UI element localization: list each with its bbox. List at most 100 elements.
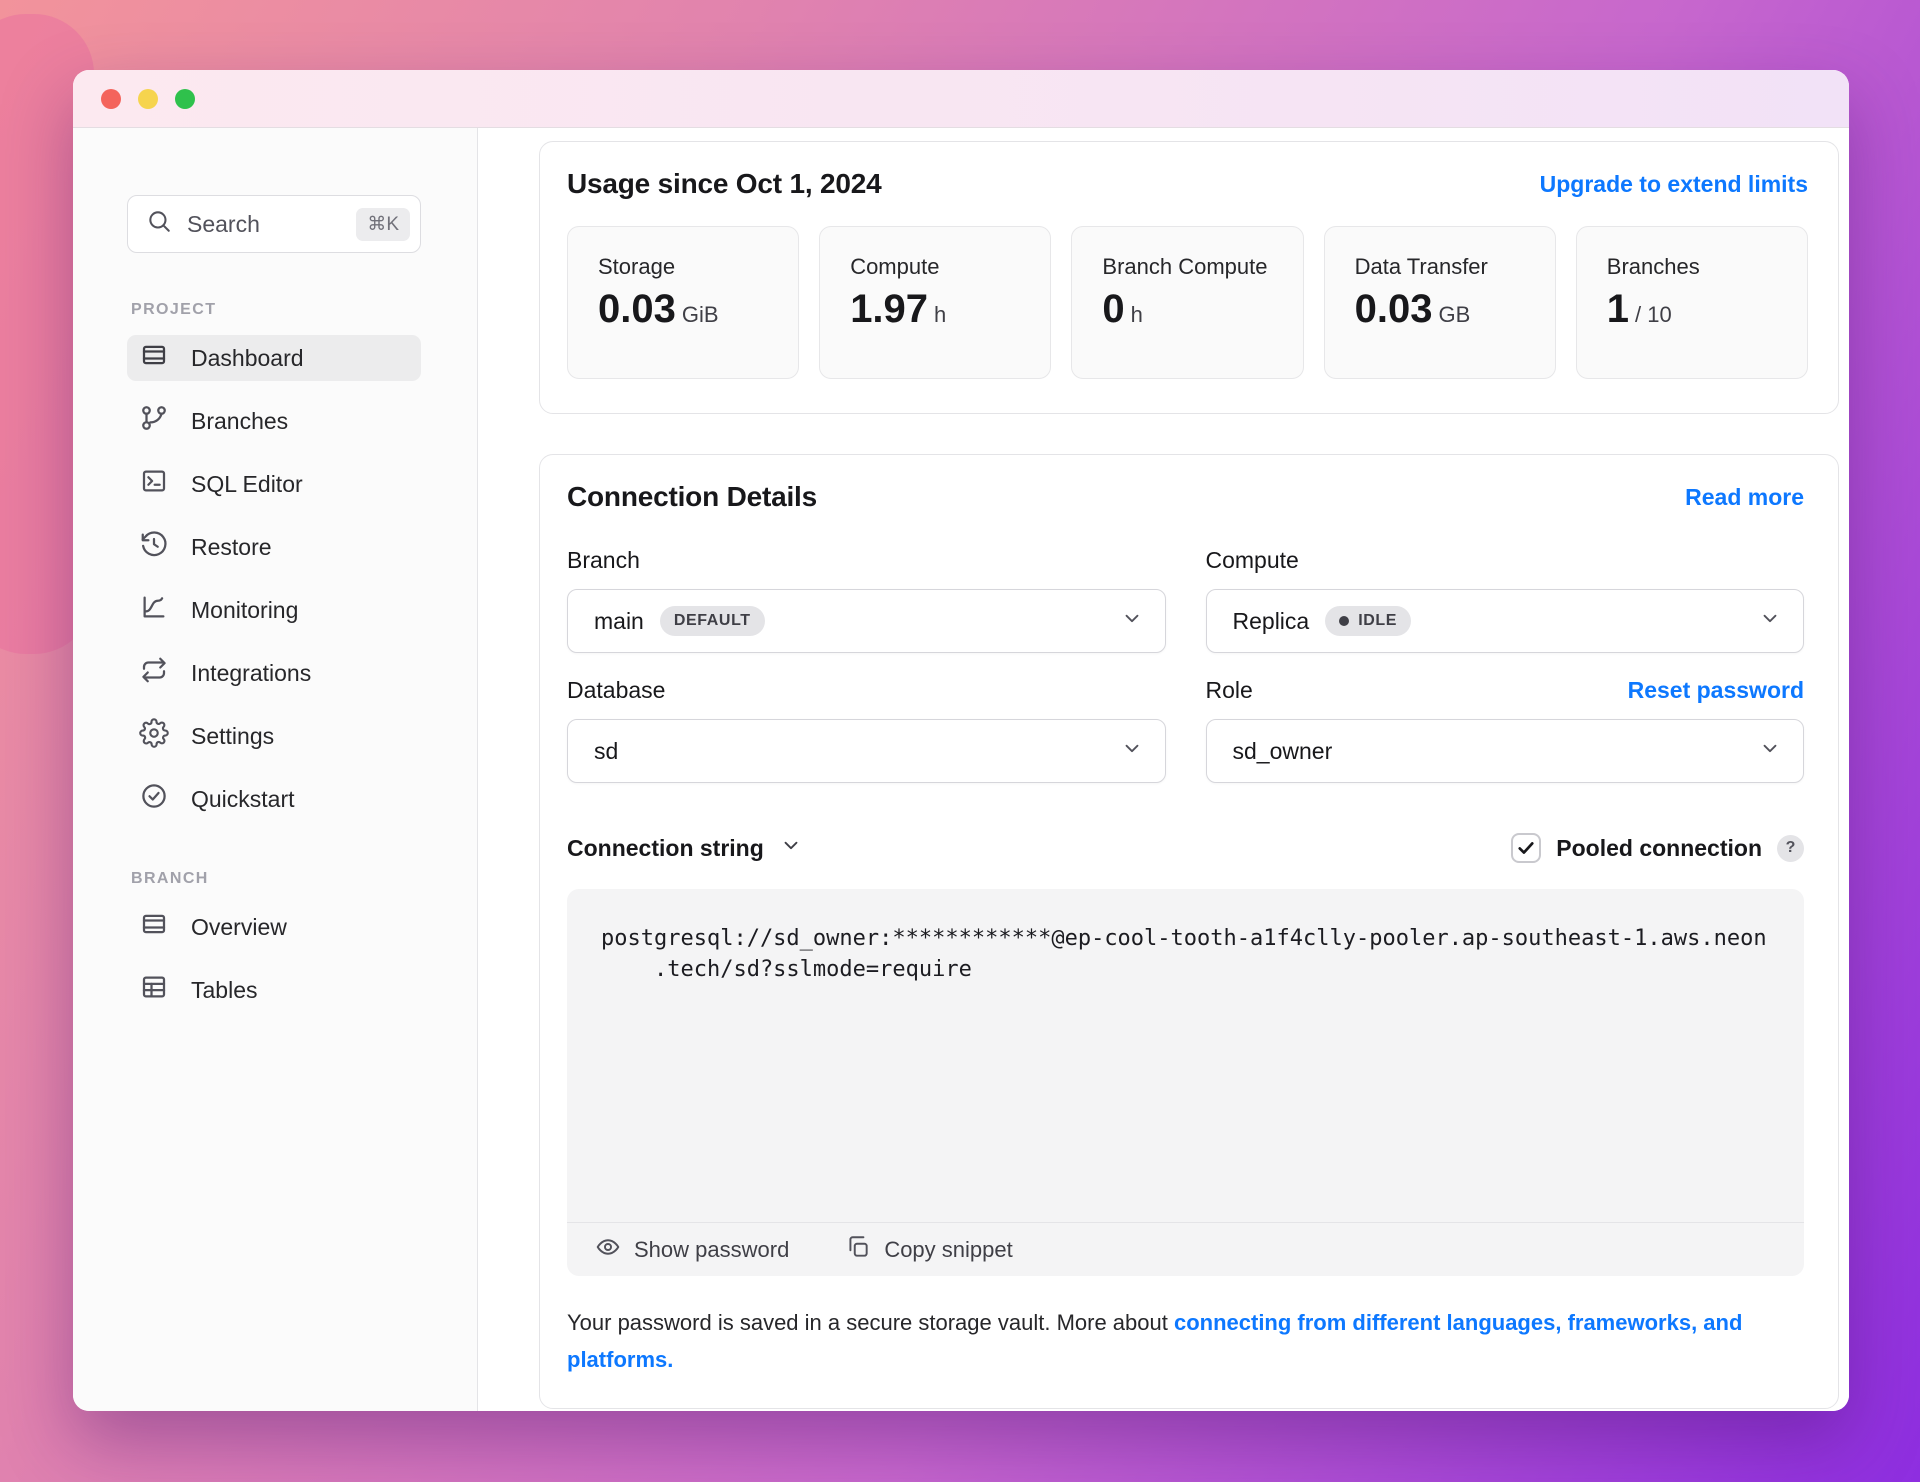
status-dot <box>1339 616 1350 626</box>
check-circle-icon <box>139 781 169 817</box>
connection-details-card: Connection Details Read more Branch main… <box>539 454 1839 1409</box>
sidebar-section-project: PROJECT <box>131 301 217 318</box>
sidebar-item-overview[interactable]: Overview <box>127 904 421 950</box>
pooled-connection-label: Pooled connection <box>1556 834 1762 861</box>
sidebar-item-label: Integrations <box>191 659 312 686</box>
reset-password-link[interactable]: Reset password <box>1628 677 1804 704</box>
sidebar-item-restore[interactable]: Restore <box>127 524 421 570</box>
metric-compute: Compute 1.97 h <box>819 226 1052 379</box>
chevron-down-icon <box>780 834 802 862</box>
metric-data-transfer: Data Transfer 0.03 GB <box>1323 226 1556 379</box>
compute-select[interactable]: Replica IDLE <box>1205 589 1804 653</box>
role-value: sd_owner <box>1232 737 1333 764</box>
metric-branch-compute: Branch Compute 0h <box>1071 226 1304 379</box>
sidebar-item-tables[interactable]: Tables <box>127 967 421 1013</box>
database-select[interactable]: sd <box>567 719 1166 783</box>
usage-card: Usage since Oct 1, 2024 Upgrade to exten… <box>539 141 1839 414</box>
password-vault-note: Your password is saved in a secure stora… <box>567 1310 1743 1372</box>
idle-badge: IDLE <box>1325 606 1412 636</box>
copy-snippet-button[interactable]: Copy snippet <box>845 1234 1013 1266</box>
sidebar-item-branches[interactable]: Branches <box>127 398 421 444</box>
main-content: Usage since Oct 1, 2024 Upgrade to exten… <box>478 128 1849 1411</box>
sidebar: Search ⌘K PROJECT Dashboard Branches SQL… <box>73 128 478 1411</box>
branch-value: main <box>594 607 644 634</box>
git-branch-icon <box>139 403 169 439</box>
chevron-down-icon <box>1121 607 1143 635</box>
search-input[interactable]: Search ⌘K <box>127 195 421 253</box>
branch-label: Branch <box>567 546 640 573</box>
sidebar-item-label: Settings <box>191 722 275 749</box>
connection-string-code: postgresql://sd_owner:************@ep-co… <box>601 926 1767 982</box>
pooled-connection-option: Pooled connection ? <box>1511 833 1804 863</box>
sidebar-item-label: Tables <box>191 976 258 1003</box>
sidebar-item-label: Branches <box>191 407 289 434</box>
metric-value: 1 <box>1606 287 1630 331</box>
metric-value: 1.97 <box>850 287 929 331</box>
metric-branches: Branches 1/ 10 <box>1575 226 1808 379</box>
connection-details-title: Connection Details <box>567 481 817 512</box>
sidebar-item-label: Quickstart <box>191 785 295 812</box>
chevron-down-icon <box>1759 607 1781 635</box>
metric-unit: h <box>934 302 947 327</box>
metric-value: 0 <box>1102 287 1125 331</box>
database-field: Database sd <box>567 675 1166 783</box>
connection-string-toggle[interactable]: Connection string <box>567 834 802 862</box>
zoom-window-button[interactable] <box>175 88 195 109</box>
read-more-link[interactable]: Read more <box>1685 484 1804 511</box>
compute-label: Compute <box>1205 546 1299 573</box>
sidebar-item-monitoring[interactable]: Monitoring <box>127 587 421 633</box>
metric-unit: / 10 <box>1635 302 1672 327</box>
sidebar-item-integrations[interactable]: Integrations <box>127 650 421 696</box>
sidebar-item-label: Restore <box>191 533 272 560</box>
role-label: Role <box>1205 676 1253 703</box>
desktop-background: Search ⌘K PROJECT Dashboard Branches SQL… <box>0 0 1920 1482</box>
database-label: Database <box>567 676 666 703</box>
gear-icon <box>139 718 169 754</box>
role-field: Role Reset password sd_owner <box>1205 675 1804 783</box>
minimize-window-button[interactable] <box>138 88 158 109</box>
table-grid-icon <box>139 972 169 1008</box>
terminal-icon <box>139 466 169 502</box>
sync-loop-icon <box>139 655 169 691</box>
panel-actions: Show password Copy snippet <box>567 1222 1804 1276</box>
show-password-button[interactable]: Show password <box>595 1234 789 1266</box>
branch-select[interactable]: main DEFAULT <box>567 589 1166 653</box>
sidebar-item-label: Dashboard <box>191 344 304 371</box>
chevron-down-icon <box>1121 737 1143 765</box>
metric-unit: GB <box>1438 302 1471 327</box>
help-icon[interactable]: ? <box>1777 834 1804 862</box>
pooled-connection-checkbox[interactable] <box>1511 833 1542 863</box>
metric-unit: h <box>1130 302 1143 327</box>
window-titlebar <box>73 70 1849 128</box>
compute-value: Replica <box>1232 607 1310 634</box>
upgrade-link[interactable]: Upgrade to extend limits <box>1540 171 1808 198</box>
sidebar-item-dashboard[interactable]: Dashboard <box>127 335 421 381</box>
metric-unit: GiB <box>681 302 719 327</box>
window-content: Search ⌘K PROJECT Dashboard Branches SQL… <box>73 128 1849 1411</box>
connection-string-label: Connection string <box>567 834 764 861</box>
compute-field: Compute Replica IDLE <box>1205 545 1804 653</box>
database-value: sd <box>594 737 619 764</box>
role-select[interactable]: sd_owner <box>1205 719 1804 783</box>
sidebar-item-quickstart[interactable]: Quickstart <box>127 776 421 822</box>
sidebar-item-settings[interactable]: Settings <box>127 713 421 759</box>
usage-metrics: Storage 0.03 GiB Compute 1.97 h Branch Com… <box>567 226 1808 379</box>
sidebar-section-branch: BRANCH <box>131 870 209 887</box>
sidebar-item-label: SQL Editor <box>191 470 303 497</box>
close-window-button[interactable] <box>101 88 121 109</box>
window-overview-icon <box>139 909 169 945</box>
search-label: Search <box>187 210 260 237</box>
chevron-down-icon <box>1759 737 1781 765</box>
search-shortcut-badge: ⌘K <box>356 207 410 241</box>
default-badge: DEFAULT <box>659 606 765 636</box>
history-clock-icon <box>139 529 169 565</box>
usage-title: Usage since Oct 1, 2024 <box>567 168 882 199</box>
metric-value: 0.03 <box>598 287 676 331</box>
check-icon <box>1518 842 1534 854</box>
connection-string-panel: postgresql://sd_owner:************@ep-co… <box>567 889 1804 1276</box>
app-window: Search ⌘K PROJECT Dashboard Branches SQL… <box>73 70 1849 1411</box>
copy-icon <box>845 1234 871 1266</box>
search-icon <box>146 208 172 240</box>
metric-value: 0.03 <box>1354 287 1433 331</box>
sidebar-item-sql-editor[interactable]: SQL Editor <box>127 461 421 507</box>
